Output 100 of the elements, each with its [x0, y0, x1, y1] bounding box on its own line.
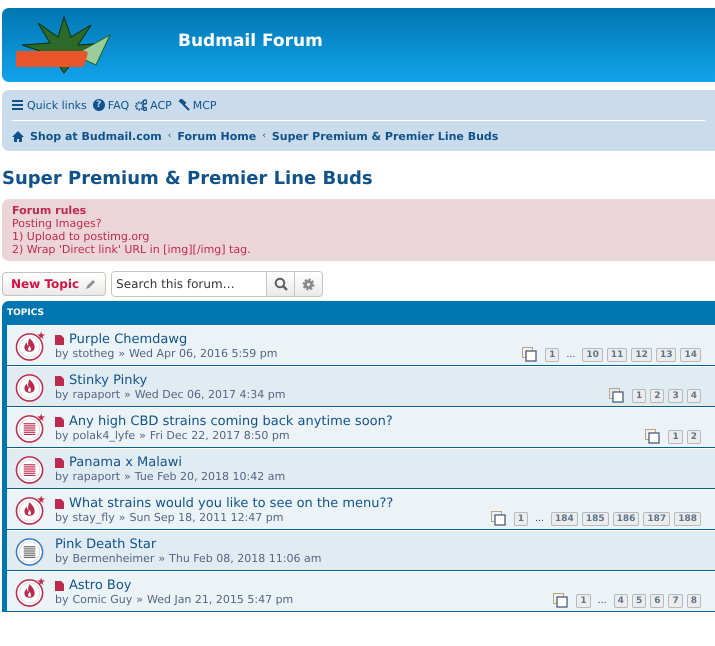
new-post-icon: [55, 498, 64, 508]
page-link[interactable]: 188: [674, 512, 701, 526]
page-link[interactable]: 1: [545, 348, 560, 362]
new-post-icon: [55, 458, 64, 468]
topic-title[interactable]: What strains would you like to see on the menu??: [69, 496, 394, 511]
separator: »: [124, 388, 131, 401]
nav-link[interactable]: ? FAQ: [92, 98, 130, 112]
forum-title[interactable]: Super Premium & Premier Line Buds: [2, 168, 715, 189]
separator: »: [139, 429, 146, 442]
page-link[interactable]: 1: [514, 512, 528, 526]
topic-title[interactable]: Pink Death Star: [55, 537, 156, 552]
gears-icon: [135, 99, 148, 111]
page-link[interactable]: 3: [668, 388, 683, 402]
author-link[interactable]: Comic Guy: [72, 593, 132, 606]
post-date: Thu Feb 08, 2018 11:06 am: [169, 552, 322, 565]
new-topic-button[interactable]: New Topic: [2, 272, 106, 296]
page-link[interactable]: 7: [668, 594, 683, 608]
page-link[interactable]: 4: [686, 388, 701, 402]
new-post-icon: [55, 334, 64, 344]
topic-title[interactable]: Any high CBD strains coming back anytime soon?: [69, 414, 393, 429]
by-label: by: [55, 470, 68, 483]
new-post-icon: [55, 416, 64, 426]
topic-title[interactable]: Astro Boy: [69, 578, 132, 593]
new-post-icon: [55, 376, 64, 386]
pages-icon: [553, 593, 568, 608]
page-link[interactable]: 14: [680, 348, 701, 362]
page-ellipsis: …: [596, 596, 608, 606]
page-link[interactable]: 6: [650, 594, 664, 608]
nav-link[interactable]: MCP: [178, 98, 217, 112]
topic-title[interactable]: Stinky Pinky: [69, 373, 148, 388]
site-title[interactable]: Budmail Forum: [178, 31, 323, 51]
by-label: by: [55, 511, 68, 524]
chevron-icon: ‹: [262, 131, 266, 141]
rules-title: Forum rules: [12, 204, 88, 217]
search-icon: [274, 277, 288, 291]
separator: »: [118, 511, 126, 524]
by-label: by: [55, 347, 68, 360]
post-date: Tue Feb 20, 2018 10:42 am: [134, 470, 286, 483]
separator: »: [124, 470, 131, 483]
pages-icon: [490, 511, 506, 526]
separator: »: [158, 552, 166, 565]
topic-title[interactable]: Purple Chemdawg: [69, 332, 188, 347]
nav-link[interactable]: Quick links: [12, 98, 87, 112]
by-label: by: [55, 552, 68, 565]
page-link[interactable]: 12: [631, 348, 652, 362]
by-label: by: [55, 593, 68, 606]
separator: »: [118, 347, 126, 360]
post-date: Fri Dec 22, 2017 8:50 pm: [150, 429, 290, 442]
chevron-icon: ‹: [168, 131, 172, 141]
help-icon: ?: [92, 99, 105, 111]
by-label: by: [55, 388, 68, 401]
rules-text: 1) Upload to postimg.org: [12, 230, 150, 243]
post-date: Wed Dec 06, 2017 4:34 pm: [134, 388, 286, 401]
page-link[interactable]: 2: [686, 430, 701, 444]
menu-icon: [12, 99, 24, 111]
author-link[interactable]: stay_fly: [72, 511, 115, 524]
page-link[interactable]: 187: [643, 512, 670, 526]
page-link[interactable]: 2: [650, 388, 664, 402]
rules-text: 2) Wrap 'Direct link' URL in [img][/img] tag.: [12, 243, 252, 256]
logo-icon: [16, 15, 112, 75]
page-link[interactable]: 5: [632, 594, 646, 608]
breadcrumb-link[interactable]: Super Premium & Premier Line Buds: [272, 130, 498, 142]
page-link[interactable]: 185: [582, 512, 609, 526]
author-link[interactable]: rapaport: [72, 388, 120, 401]
nav-link[interactable]: ACP: [135, 98, 172, 112]
author-link[interactable]: stotheg: [72, 347, 114, 360]
by-label: by: [55, 429, 68, 442]
page-link[interactable]: 186: [612, 512, 640, 526]
post-date: Sun Sep 18, 2011 12:47 pm: [129, 511, 284, 524]
page-link[interactable]: 13: [656, 348, 676, 362]
page-link[interactable]: 11: [606, 348, 628, 362]
search-field[interactable]: Search this forum…: [111, 271, 324, 297]
pencil-icon: [85, 278, 98, 290]
rules-text: Posting Images?: [12, 217, 103, 230]
page-link[interactable]: 1: [576, 594, 591, 608]
author-link[interactable]: polak4_lyfe: [72, 429, 136, 442]
settings-icon: [302, 278, 316, 290]
pages-icon: [608, 388, 624, 403]
page-link[interactable]: 184: [551, 512, 578, 526]
page-ellipsis: …: [534, 514, 546, 524]
author-link[interactable]: Bermenheimer: [72, 552, 154, 565]
search-button[interactable]: [266, 272, 294, 296]
post-date: Wed Apr 06, 2016 5:59 pm: [129, 347, 278, 360]
page-link[interactable]: 1: [668, 430, 683, 444]
page-link[interactable]: 1: [632, 388, 646, 402]
gavel-icon: [178, 99, 190, 111]
pages-icon: [645, 429, 660, 444]
separator: »: [136, 593, 143, 606]
page-link[interactable]: 4: [614, 594, 628, 608]
new-post-icon: [55, 580, 64, 590]
breadcrumb-link[interactable]: Forum Home: [177, 130, 256, 142]
page-link[interactable]: 8: [686, 594, 701, 608]
settings-button[interactable]: [294, 272, 322, 296]
topics-header: TOPICS: [7, 307, 45, 320]
breadcrumb-link[interactable]: Shop at Budmail.com: [30, 130, 162, 142]
page-ellipsis: …: [565, 350, 576, 360]
author-link[interactable]: rapaport: [72, 470, 120, 483]
post-date: Wed Jan 21, 2015 5:47 pm: [146, 593, 294, 606]
page-link[interactable]: 10: [582, 348, 603, 362]
topic-title[interactable]: Panama x Malawi: [69, 455, 182, 470]
